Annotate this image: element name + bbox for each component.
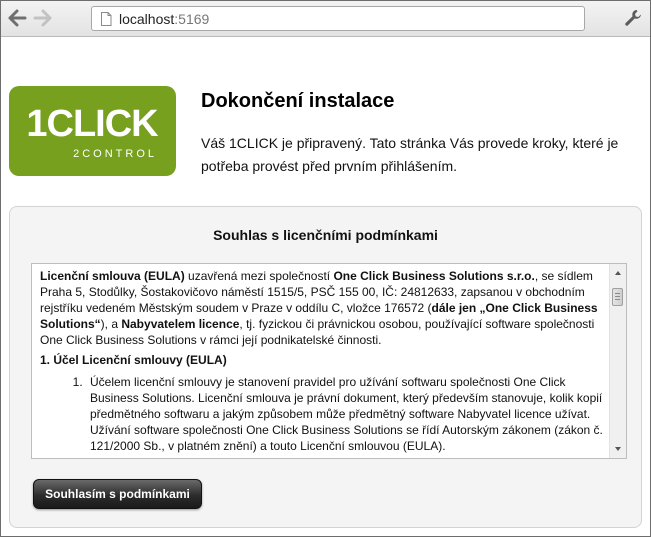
scrollbar-thumb[interactable]	[612, 288, 623, 307]
browser-window: localhost:5169 1CLICK 2CONTROL Dokončení…	[0, 0, 651, 537]
license-intro-bold: One Click Business Solutions s.r.o.	[333, 269, 535, 283]
license-intro-bold: Nabyvatelem licence	[121, 317, 240, 331]
url-host: localhost	[119, 11, 175, 27]
address-bar[interactable]: localhost:5169	[91, 6, 585, 31]
logo-sub-text: 2CONTROL	[73, 148, 157, 160]
back-button[interactable]	[7, 9, 27, 27]
url-port: :5169	[174, 11, 210, 27]
page-icon	[101, 12, 112, 26]
license-intro: Licenční smlouva (EULA) uzavřená mezi sp…	[40, 268, 610, 348]
scroll-down-arrow-icon[interactable]	[610, 442, 626, 456]
settings-menu-button[interactable]	[623, 8, 643, 28]
license-content: Licenční smlouva (EULA) uzavřená mezi sp…	[40, 268, 610, 454]
browser-toolbar: localhost:5169	[1, 1, 650, 37]
license-intro-text: ), a	[100, 317, 122, 331]
scrollbar[interactable]	[609, 264, 626, 458]
section-list: Účelem licenční smlouvy je stanovení pra…	[40, 374, 610, 454]
license-panel: Souhlas s licenčními podmínkami Licenční…	[9, 206, 642, 528]
section-title: 1. Účel Licenční smlouvy (EULA)	[40, 353, 227, 367]
url-text[interactable]: localhost:5169	[119, 11, 209, 27]
license-intro-text: uzavřená mezi společností	[184, 269, 334, 283]
1click-logo: 1CLICK 2CONTROL	[9, 86, 176, 176]
logo-main-text: 1CLICK	[26, 103, 159, 145]
wrench-icon	[625, 10, 641, 26]
section-list-item: Účelem licenční smlouvy je stanovení pra…	[86, 374, 610, 454]
back-arrow-icon	[8, 9, 27, 27]
agree-button[interactable]: Souhlasím s podmínkami	[33, 479, 202, 509]
forward-arrow-icon	[33, 9, 52, 27]
license-text-box[interactable]: Licenční smlouva (EULA) uzavřená mezi sp…	[31, 263, 627, 459]
page-intro: Váš 1CLICK je připravený. Tato stránka V…	[201, 135, 619, 174]
license-intro-bold: Licenční smlouva (EULA)	[40, 269, 185, 283]
license-heading: Souhlas s licenčními podmínkami	[213, 227, 438, 243]
scroll-up-arrow-icon[interactable]	[610, 266, 626, 280]
forward-button[interactable]	[33, 9, 53, 27]
page-title: Dokončení instalace	[201, 90, 395, 112]
